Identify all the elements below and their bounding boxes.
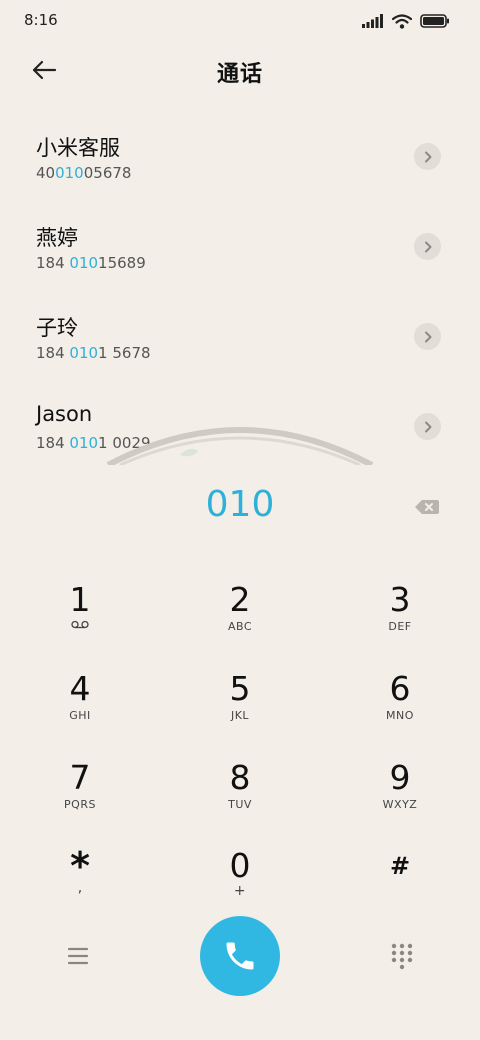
chevron-right-icon <box>424 331 431 342</box>
key-star[interactable]: * , <box>10 836 150 916</box>
contact-number: 184 0101 0029 <box>36 434 151 452</box>
phone-icon <box>226 942 254 970</box>
contact-detail-button[interactable] <box>414 143 441 170</box>
contact-suggestions-list: 小米客服 4001005678 燕婷 184 01015689 子玲 184 0… <box>0 112 480 464</box>
chevron-right-icon <box>424 151 431 162</box>
key-digit: 8 <box>229 758 251 797</box>
contact-item[interactable]: 子玲 184 0101 5678 <box>0 292 480 382</box>
key-digit: 5 <box>229 669 251 708</box>
contact-item[interactable]: Jason 184 0101 0029 <box>0 382 480 464</box>
contact-name: 子玲 <box>36 316 78 340</box>
signal-icon <box>362 14 383 28</box>
key-letters: WXYZ <box>382 798 418 811</box>
backspace-button[interactable] <box>414 497 440 517</box>
contact-detail-button[interactable] <box>414 323 441 350</box>
key-letters: , <box>77 880 83 896</box>
key-7[interactable]: 7 PQRS <box>10 748 150 828</box>
contact-detail-button[interactable] <box>414 233 441 260</box>
contact-number: 184 0101 5678 <box>36 344 151 362</box>
contact-item[interactable]: 燕婷 184 01015689 <box>0 202 480 292</box>
key-6[interactable]: 6 MNO <box>330 659 470 739</box>
status-bar: 8:16 <box>0 0 480 42</box>
key-digit: 7 <box>69 758 91 797</box>
key-3[interactable]: 3 DEF <box>330 570 470 650</box>
key-digit: 2 <box>229 580 251 619</box>
contact-item[interactable]: 小米客服 4001005678 <box>0 112 480 202</box>
key-letters: ABC <box>227 620 253 633</box>
menu-button[interactable] <box>64 944 92 968</box>
contact-name: Jason <box>36 402 93 426</box>
key-letters: TUV <box>228 798 252 811</box>
key-digit: 3 <box>389 580 411 619</box>
key-digit: 9 <box>389 758 411 797</box>
menu-icon <box>67 947 89 965</box>
wifi-icon <box>392 13 412 29</box>
key-letters: JKL <box>230 709 250 722</box>
key-letters: PQRS <box>64 798 96 811</box>
key-0[interactable]: 0 + <box>170 836 310 916</box>
key-1[interactable]: 1 <box>10 570 150 650</box>
chevron-right-icon <box>424 421 431 432</box>
key-letters: DEF <box>388 620 412 633</box>
status-time: 8:16 <box>24 11 58 29</box>
contact-name: 小米客服 <box>36 136 120 160</box>
key-8[interactable]: 8 TUV <box>170 748 310 828</box>
page-title: 通话 <box>216 62 263 87</box>
key-hash[interactable]: # <box>330 836 470 916</box>
voicemail-icon <box>10 619 150 632</box>
dialer-screen: 8:16 通话 小米客服 4001005678 燕婷 184 01015689 … <box>0 0 480 1040</box>
dialed-number: 010 <box>205 484 275 525</box>
key-letters: GHI <box>69 709 91 722</box>
key-digit: 4 <box>69 669 91 708</box>
chevron-right-icon <box>424 241 431 252</box>
key-letters: + <box>233 883 247 899</box>
key-digit: 6 <box>389 669 411 708</box>
key-digit: 0 <box>229 846 251 885</box>
contact-name: 燕婷 <box>36 226 78 250</box>
contact-number: 184 01015689 <box>36 254 146 272</box>
contact-detail-button[interactable] <box>414 413 441 440</box>
key-9[interactable]: 9 WXYZ <box>330 748 470 828</box>
key-2[interactable]: 2 ABC <box>170 570 310 650</box>
dialpad-grid-icon <box>391 943 413 970</box>
key-5[interactable]: 5 JKL <box>170 659 310 739</box>
key-4[interactable]: 4 GHI <box>10 659 150 739</box>
backspace-icon <box>415 500 439 514</box>
call-button[interactable] <box>200 916 280 996</box>
key-digit: 1 <box>69 580 91 619</box>
contact-number: 4001005678 <box>36 164 132 182</box>
key-digit: # <box>389 852 411 880</box>
battery-icon <box>420 14 449 28</box>
dialpad-toggle-button[interactable] <box>390 942 414 970</box>
header: 通话 <box>0 42 480 98</box>
key-letters: MNO <box>386 709 414 722</box>
status-icons <box>362 12 450 30</box>
